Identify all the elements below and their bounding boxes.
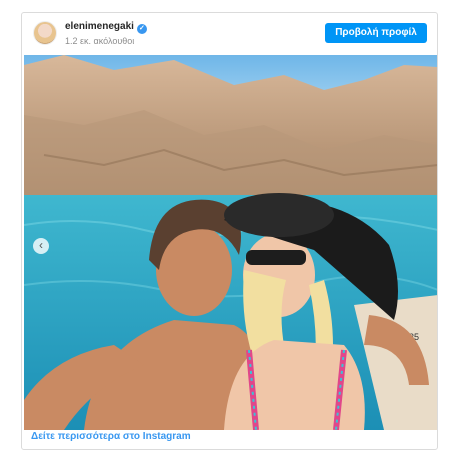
instagram-embed: elenimenegaki ✓ 1.2 εκ. ακόλουθοι Προβολή…	[21, 12, 438, 450]
view-more-link[interactable]: Δείτε περισσότερα στο Instagram	[31, 431, 191, 442]
username[interactable]: elenimenegaki ✓	[65, 21, 147, 34]
post-header: elenimenegaki ✓ 1.2 εκ. ακόλουθοι Προβολή…	[22, 13, 437, 55]
post-photo[interactable]: 35 ‹	[24, 55, 437, 430]
view-profile-button[interactable]: Προβολή προφίλ	[325, 23, 427, 43]
follower-count: 1.2 εκ. ακόλουθοι	[65, 36, 135, 46]
avatar[interactable]	[33, 21, 57, 45]
photo-illustration: 35	[24, 55, 437, 430]
verified-badge-icon: ✓	[136, 24, 147, 34]
chevron-left-icon[interactable]: ‹	[33, 238, 49, 254]
